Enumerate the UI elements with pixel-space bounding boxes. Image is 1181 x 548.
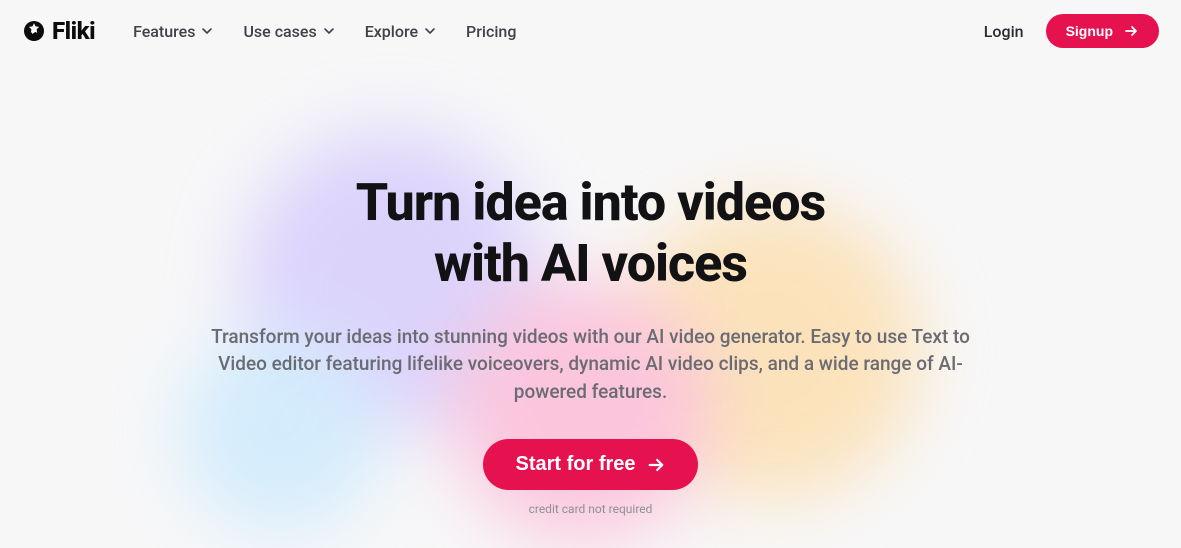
hero-subtitle: Transform your ideas into stunning video… (211, 323, 971, 406)
hero-title-line1: Turn idea into videos (356, 172, 825, 233)
nav-use-cases[interactable]: Use cases (243, 22, 334, 41)
login-label: Login (984, 22, 1024, 41)
brand-logo[interactable]: Fliki (22, 17, 95, 45)
chevron-down-icon (424, 25, 436, 37)
top-nav: Fliki Features Use cases Explore Pricing… (0, 0, 1181, 62)
primary-nav: Features Use cases Explore Pricing (133, 22, 516, 41)
arrow-right-icon (1123, 23, 1139, 39)
start-for-free-button[interactable]: Start for free (483, 439, 697, 490)
chevron-down-icon (201, 25, 213, 37)
arrow-right-icon (646, 455, 666, 475)
nav-label: Explore (365, 22, 418, 41)
cta-label: Start for free (515, 453, 635, 476)
hero-title: Turn idea into videos with AI voices (0, 172, 1181, 295)
login-link[interactable]: Login (984, 22, 1024, 41)
signup-button[interactable]: Signup (1046, 14, 1159, 48)
chevron-down-icon (323, 25, 335, 37)
hero-section: Turn idea into videos with AI voices Tra… (0, 172, 1181, 516)
cta-note: credit card not required (0, 502, 1181, 516)
nav-label: Pricing (466, 22, 516, 41)
nav-label: Use cases (243, 22, 316, 41)
nav-explore[interactable]: Explore (365, 22, 436, 41)
signup-label: Signup (1066, 23, 1113, 39)
nav-pricing[interactable]: Pricing (466, 22, 516, 41)
brand-name: Fliki (52, 17, 95, 45)
nav-label: Features (133, 22, 195, 41)
brand-logo-icon (22, 19, 46, 43)
hero-title-line2: with AI voices (434, 233, 747, 294)
nav-features[interactable]: Features (133, 22, 213, 41)
